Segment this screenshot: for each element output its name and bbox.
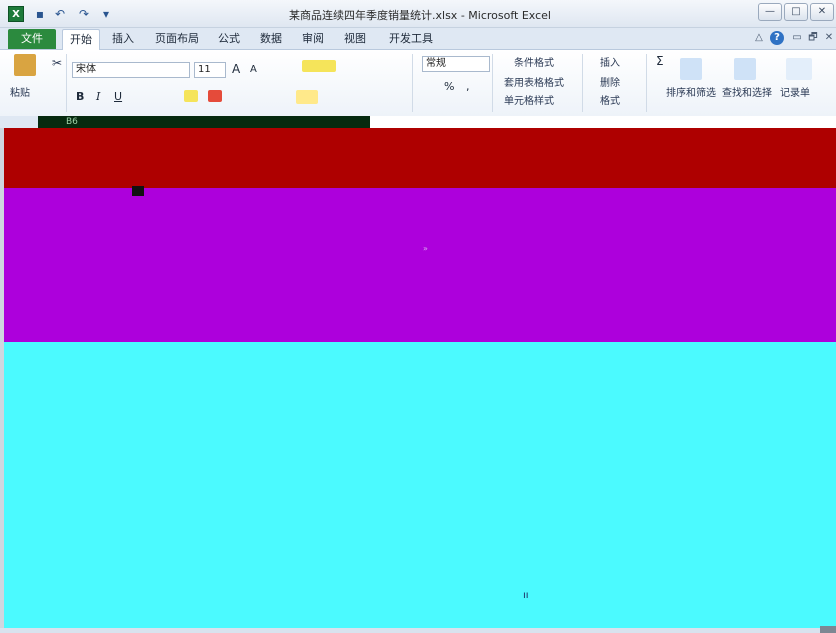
doc-close-icon[interactable]: ✕ — [822, 31, 836, 45]
title-bar: X ▪ ↶ ↷ ▾ 某商品连续四年季度销量统计.xlsx - Microsoft… — [0, 0, 836, 28]
name-box[interactable]: B6 — [66, 116, 78, 128]
ribbon-separator — [646, 54, 647, 112]
tab-formulas[interactable]: 公式 — [212, 29, 246, 50]
insert-cells-button[interactable]: 插入 — [600, 54, 620, 69]
doc-restore-icon[interactable]: 🗗 — [806, 31, 820, 45]
ribbon-separator — [492, 54, 493, 112]
help-icon[interactable]: ? — [770, 31, 784, 45]
cell-styles-button[interactable]: 单元格样式 — [504, 92, 554, 107]
tab-file[interactable]: 文件 — [8, 29, 56, 49]
expand-icon: » — [423, 244, 428, 253]
record-form-icon[interactable] — [786, 58, 812, 80]
bold-button[interactable]: B — [76, 90, 84, 103]
cut-icon[interactable]: ✂ — [52, 56, 62, 70]
page-break-mark: ıı — [523, 590, 529, 601]
cell-cursor — [132, 186, 144, 196]
fill-color-icon[interactable] — [184, 90, 198, 102]
center-align-icon[interactable] — [296, 90, 318, 104]
grow-font-button[interactable]: A — [232, 62, 240, 76]
tab-data[interactable]: 数据 — [254, 29, 288, 50]
customize-qat-icon[interactable]: ▾ — [98, 6, 114, 22]
tab-review[interactable]: 审阅 — [296, 29, 330, 50]
font-name-select[interactable]: 宋体 — [72, 62, 190, 78]
excel-app-icon[interactable]: X — [8, 6, 24, 22]
tab-page-layout[interactable]: 页面布局 — [148, 29, 206, 50]
tab-insert[interactable]: 插入 — [106, 29, 140, 50]
worksheet-region-red[interactable] — [4, 128, 836, 188]
resize-grip[interactable] — [820, 626, 836, 633]
formula-bar[interactable] — [38, 116, 370, 128]
ribbon-separator — [66, 54, 67, 112]
window-title: 某商品连续四年季度销量统计.xlsx - Microsoft Excel — [289, 9, 551, 22]
tab-home[interactable]: 开始 — [62, 29, 100, 50]
ribbon-tab-bar: 文件 开始 插入 页面布局 公式 数据 审阅 视图 开发工具 △ ? ▭ 🗗 ✕ — [0, 28, 836, 50]
find-select-label[interactable]: 查找和选择 — [722, 84, 772, 99]
tab-view[interactable]: 视图 — [338, 29, 372, 50]
number-format-select[interactable]: 常规 — [422, 56, 490, 72]
delete-cells-button[interactable]: 删除 — [600, 74, 620, 89]
format-as-table-button[interactable]: 套用表格格式 — [504, 74, 564, 89]
maximize-button[interactable]: □ — [784, 3, 808, 21]
conditional-format-button[interactable]: 条件格式 — [514, 54, 554, 69]
doc-minimize-icon[interactable]: ▭ — [790, 31, 804, 45]
tab-developer[interactable]: 开发工具 — [382, 29, 440, 50]
shrink-font-button[interactable]: A — [250, 64, 257, 75]
save-icon[interactable]: ▪ — [32, 6, 48, 22]
sort-filter-icon[interactable] — [680, 58, 702, 80]
autosum-button[interactable]: Σ — [656, 54, 664, 68]
worksheet-region-cyan[interactable] — [4, 342, 836, 628]
format-cells-button[interactable]: 格式 — [600, 92, 620, 107]
formula-input[interactable] — [370, 116, 836, 128]
status-bar — [0, 628, 836, 633]
paste-label[interactable]: 粘贴 — [10, 84, 30, 99]
font-color-icon[interactable] — [208, 90, 222, 102]
paste-icon[interactable] — [14, 54, 36, 76]
italic-button[interactable]: I — [96, 90, 100, 103]
font-size-select[interactable]: 11 — [194, 62, 226, 78]
sort-filter-label[interactable]: 排序和筛选 — [666, 84, 716, 99]
percent-button[interactable]: % — [444, 80, 454, 93]
record-form-label[interactable]: 记录单 — [780, 84, 810, 99]
minimize-ribbon-icon[interactable]: △ — [752, 31, 766, 45]
close-button[interactable]: ✕ — [810, 3, 834, 21]
underline-button[interactable]: U — [114, 90, 122, 103]
name-box-area — [0, 116, 38, 128]
align-top-icon[interactable] — [302, 60, 336, 72]
worksheet-region-purple[interactable] — [4, 188, 836, 342]
ribbon-separator — [582, 54, 583, 112]
minimize-button[interactable]: — — [758, 3, 782, 21]
redo-icon[interactable]: ↷ — [76, 6, 92, 22]
ribbon-separator — [412, 54, 413, 112]
find-select-icon[interactable] — [734, 58, 756, 80]
ribbon-home: 粘贴 ✂ 宋体 11 A A B I U 常规 % , 条件格式 套用表格格式 … — [0, 50, 836, 116]
comma-button[interactable]: , — [466, 80, 470, 93]
undo-icon[interactable]: ↶ — [52, 6, 68, 22]
